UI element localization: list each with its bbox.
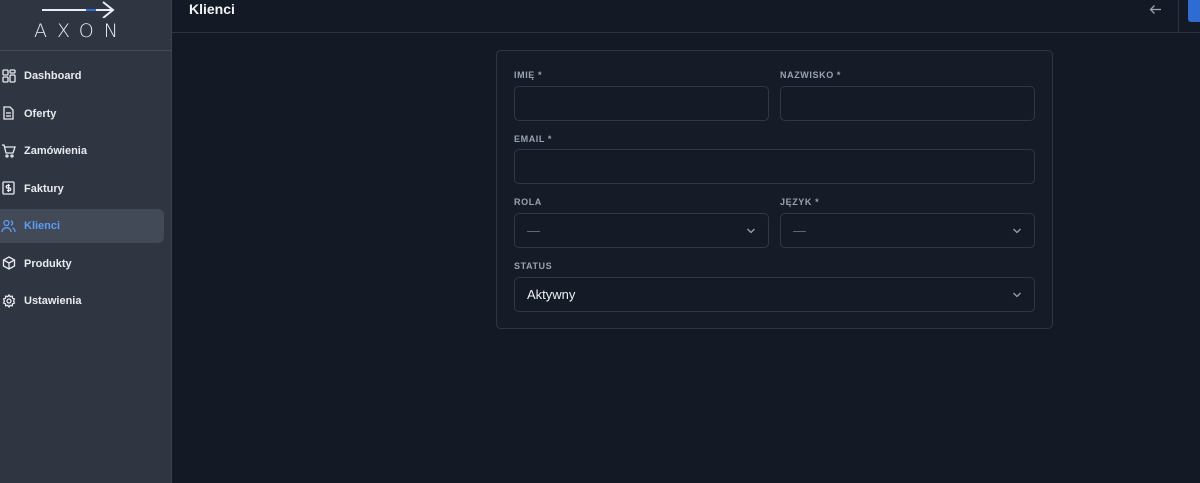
sidebar-item-produkty[interactable]: Produkty xyxy=(0,247,164,281)
client-form-card: IMIĘ * NAZWISKO * EMAIL * ROLA — JĘZYK *… xyxy=(496,50,1053,329)
sidebar-item-zamowienia[interactable]: Zamówienia xyxy=(0,134,164,168)
cart-icon xyxy=(1,143,16,158)
language-select[interactable]: — xyxy=(780,213,1035,248)
sidebar-item-label: Zamówienia xyxy=(24,145,87,157)
logo-arrow-icon xyxy=(42,1,115,18)
last-name-field xyxy=(780,86,1035,121)
dashboard-icon xyxy=(1,68,16,83)
sidebar-nav: Dashboard Oferty Zamówienia Faktury Klie… xyxy=(0,51,171,318)
role-select[interactable]: — xyxy=(514,213,769,248)
role-select-value: — xyxy=(527,223,540,238)
language-label: JĘZYK * xyxy=(780,197,820,207)
sidebar: AXON Dashboard Oferty Zamówienia Faktury… xyxy=(0,0,172,483)
status-select-value: Aktywny xyxy=(527,287,576,302)
sidebar-item-ustawienia[interactable]: Ustawienia xyxy=(0,284,164,318)
back-button[interactable] xyxy=(1146,1,1164,17)
sidebar-item-label: Dashboard xyxy=(24,70,82,82)
email-field xyxy=(514,149,1035,184)
box-icon xyxy=(1,256,16,271)
chevron-down-icon xyxy=(747,228,755,234)
sidebar-item-klienci[interactable]: Klienci xyxy=(0,209,164,243)
role-label: ROLA xyxy=(514,197,542,207)
arrow-left-icon xyxy=(1149,4,1161,14)
app-root: AXON Dashboard Oferty Zamówienia Faktury… xyxy=(0,0,1200,483)
first-name-input[interactable] xyxy=(515,87,768,120)
last-name-input[interactable] xyxy=(781,87,1034,120)
language-select-value: — xyxy=(793,223,806,238)
last-name-label: NAZWISKO * xyxy=(780,70,841,80)
first-name-label: IMIĘ * xyxy=(514,70,543,80)
users-icon xyxy=(1,218,16,233)
page-title: Klienci xyxy=(189,1,235,17)
status-select[interactable]: Aktywny xyxy=(514,277,1035,312)
chevron-down-icon xyxy=(1013,228,1021,234)
sidebar-item-label: Oferty xyxy=(24,107,57,120)
gear-icon xyxy=(1,293,16,308)
sidebar-item-oferty[interactable]: Oferty xyxy=(0,97,164,131)
logo: AXON xyxy=(0,0,171,51)
sidebar-item-label: Klienci xyxy=(24,220,61,232)
document-icon xyxy=(1,106,16,121)
sidebar-item-label: Produkty xyxy=(24,257,72,270)
topbar: Klienci xyxy=(172,0,1200,33)
logo-text: AXON xyxy=(34,20,128,42)
chevron-down-icon xyxy=(1013,292,1021,298)
sidebar-item-dashboard[interactable]: Dashboard xyxy=(0,59,164,93)
email-label: EMAIL * xyxy=(514,134,553,144)
status-label: STATUS xyxy=(514,261,553,271)
primary-action-button[interactable] xyxy=(1188,0,1200,22)
topbar-divider xyxy=(1178,0,1179,33)
sidebar-item-label: Ustawienia xyxy=(24,295,82,307)
invoice-icon xyxy=(1,181,16,196)
email-input[interactable] xyxy=(515,150,1034,183)
first-name-field xyxy=(514,86,769,121)
sidebar-item-label: Faktury xyxy=(24,182,64,195)
sidebar-item-faktury[interactable]: Faktury xyxy=(0,172,164,206)
